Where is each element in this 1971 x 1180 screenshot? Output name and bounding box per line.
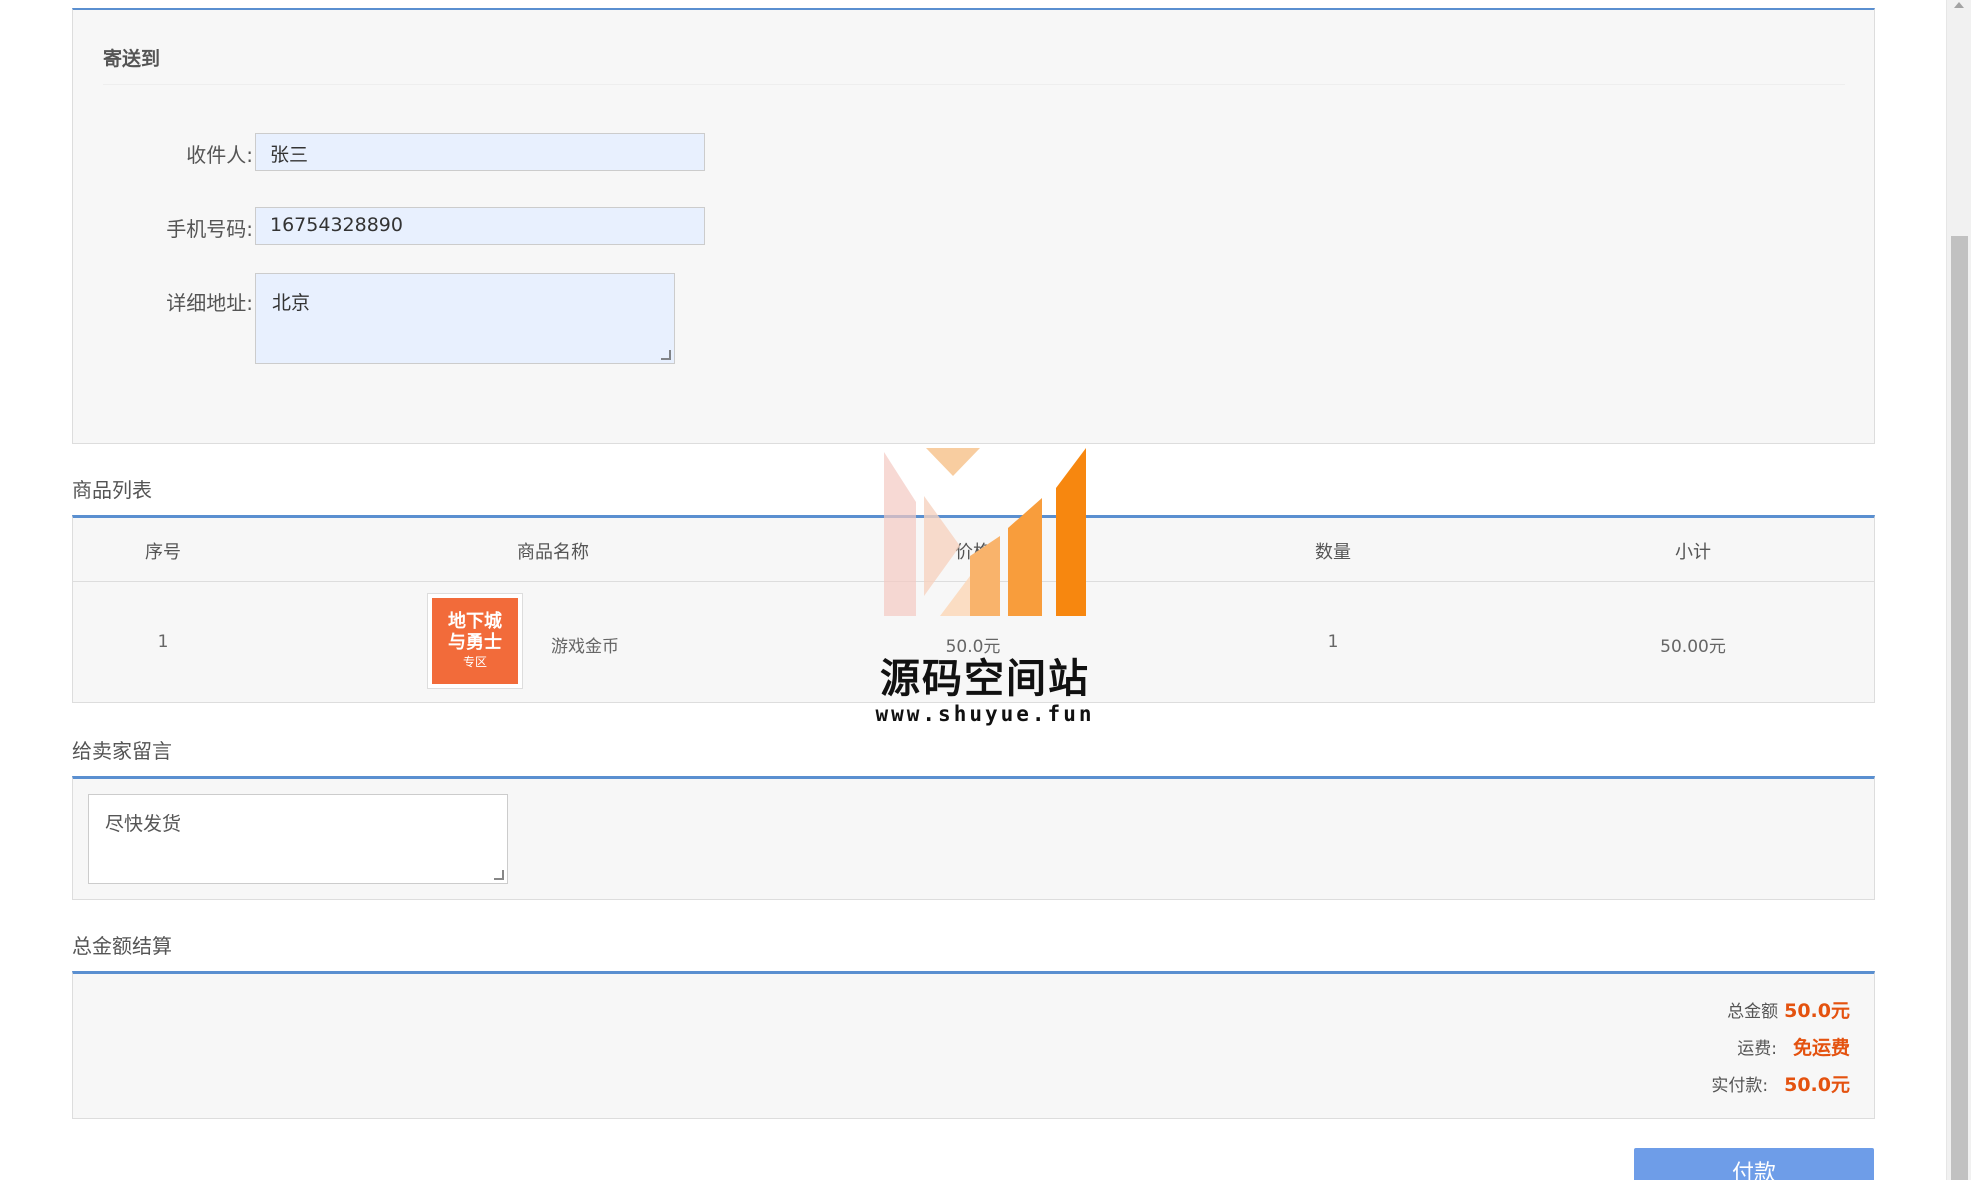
total-amount-row: 总金额 50.0元 — [1727, 996, 1850, 1023]
header-quantity: 数量 — [1315, 542, 1351, 563]
address-textarea[interactable]: 北京 — [255, 273, 675, 364]
scrollbar-thumb[interactable] — [1951, 236, 1968, 1180]
address-label: 详细地址: — [166, 291, 253, 315]
phone-label: 手机号码: — [166, 217, 253, 241]
message-textarea[interactable]: 尽快发货 — [88, 794, 508, 884]
row-subtotal: 50.00元 — [1660, 637, 1726, 657]
vertical-scrollbar[interactable] — [1946, 0, 1971, 1180]
product-table: 序号 商品名称 价格 数量 小计 1 地下城 与勇士 专区 游戏金币 50.0元… — [72, 515, 1875, 703]
product-name[interactable]: 游戏金币 — [551, 632, 671, 657]
row-price: 50.0元 — [945, 637, 1001, 657]
table-row: 1 地下城 与勇士 专区 游戏金币 50.0元 1 50.00元 — [73, 582, 1874, 703]
header-price: 价格 — [955, 542, 991, 563]
thumb-text-1: 地下城 — [448, 611, 502, 632]
total-panel: 总金额 50.0元 运费: 免运费 实付款: 50.0元 — [72, 971, 1875, 1119]
row-index: 1 — [157, 632, 169, 652]
product-thumbnail: 地下城 与勇士 专区 — [432, 598, 518, 684]
paid-amount-row: 实付款: 50.0元 — [1711, 1070, 1850, 1097]
header-subtotal: 小计 — [1675, 542, 1711, 563]
table-header: 序号 商品名称 价格 数量 小计 — [73, 518, 1874, 582]
shipping-fee-label: 运费: — [1737, 1039, 1777, 1059]
shipping-fee-value: 免运费 — [1792, 1037, 1850, 1059]
message-value: 尽快发货 — [105, 813, 182, 835]
shipping-title: 寄送到 — [103, 48, 161, 70]
scroll-up-arrow-icon[interactable] — [1954, 2, 1964, 8]
pay-button[interactable]: 付款 — [1634, 1148, 1874, 1180]
shipping-panel: 寄送到 收件人: 张三 手机号码: 16754328890 详细地址: 北京 — [72, 8, 1875, 444]
shipping-form: 收件人: 张三 手机号码: 16754328890 详细地址: 北京 — [103, 84, 1845, 414]
total-amount-label: 总金额 — [1727, 1002, 1779, 1022]
thumb-text-3: 专区 — [462, 655, 487, 669]
recipient-row: 收件人: 张三 — [103, 133, 705, 171]
phone-input[interactable]: 16754328890 — [255, 207, 705, 245]
recipient-label: 收件人: — [186, 143, 253, 167]
resize-grip-icon[interactable] — [661, 350, 671, 360]
product-image[interactable]: 地下城 与勇士 专区 — [427, 593, 523, 689]
products-section-title: 商品列表 — [72, 478, 152, 502]
address-value: 北京 — [272, 292, 311, 314]
resize-grip-icon[interactable] — [494, 870, 504, 880]
header-index: 序号 — [145, 542, 181, 563]
address-row: 详细地址: 北京 — [103, 273, 675, 364]
paid-amount-label: 实付款: — [1711, 1076, 1769, 1096]
row-quantity: 1 — [1327, 632, 1339, 652]
message-panel: 尽快发货 — [72, 776, 1875, 900]
total-amount-value: 50.0元 — [1784, 1000, 1850, 1022]
shipping-fee-row: 运费: 免运费 — [1737, 1033, 1850, 1060]
header-name: 商品名称 — [517, 542, 589, 563]
paid-amount-value: 50.0元 — [1784, 1074, 1850, 1096]
total-section-title: 总金额结算 — [72, 934, 172, 958]
checkout-page: 寄送到 收件人: 张三 手机号码: 16754328890 详细地址: 北京 商… — [0, 0, 1971, 1180]
recipient-input[interactable]: 张三 — [255, 133, 705, 171]
thumb-text-2: 与勇士 — [448, 632, 502, 653]
watermark-url: www.shuyue.fun — [875, 702, 1095, 726]
message-section-title: 给卖家留言 — [72, 739, 172, 763]
phone-row: 手机号码: 16754328890 — [103, 207, 705, 245]
